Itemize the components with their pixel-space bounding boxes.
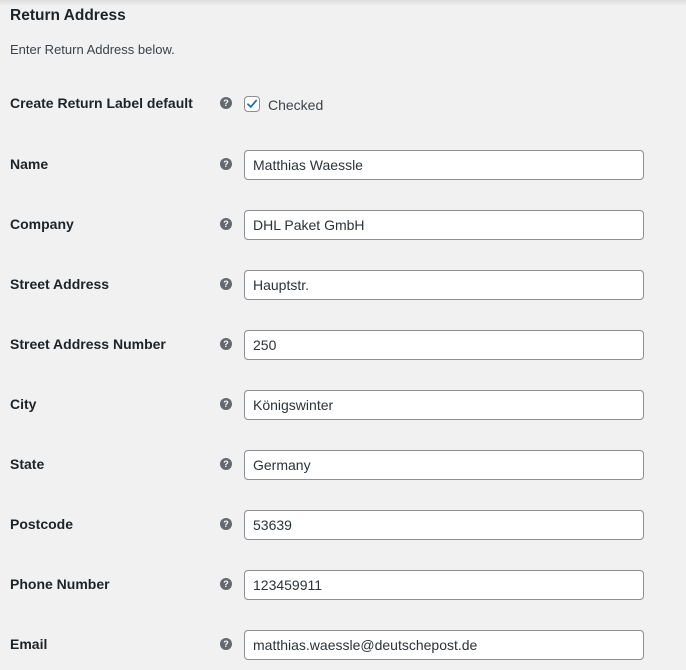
field-row-company: Company ? (0, 210, 686, 250)
help-icon[interactable]: ? (220, 278, 232, 290)
field-row-street-address: Street Address ? (0, 270, 686, 310)
checkbox-label: Checked (268, 97, 324, 113)
street-address-number-label: Street Address Number (10, 336, 166, 352)
help-icon[interactable]: ? (220, 518, 232, 530)
city-input[interactable] (244, 390, 644, 420)
company-label: Company (10, 216, 74, 232)
phone-number-label: Phone Number (10, 576, 110, 592)
field-row-city: City ? (0, 390, 686, 430)
street-address-label: Street Address (10, 276, 110, 292)
create-return-label-label: Create Return Label default (10, 95, 193, 111)
field-row-postcode: Postcode ? (0, 510, 686, 550)
help-icon[interactable]: ? (220, 458, 232, 470)
help-icon[interactable]: ? (220, 398, 232, 410)
field-row-name: Name ? (0, 150, 686, 190)
help-icon[interactable]: ? (220, 638, 232, 650)
field-row-phone-number: Phone Number ? (0, 570, 686, 610)
name-label: Name (10, 156, 49, 172)
city-label: City (10, 396, 37, 412)
street-address-input[interactable] (244, 270, 644, 300)
postcode-label: Postcode (10, 516, 74, 532)
section-title: Return Address (10, 7, 126, 24)
create-return-label-checkbox[interactable] (244, 96, 260, 112)
help-icon[interactable]: ? (220, 338, 232, 350)
state-label: State (10, 456, 45, 472)
email-label: Email (10, 636, 48, 652)
phone-number-input[interactable] (244, 570, 644, 600)
company-input[interactable] (244, 210, 644, 240)
field-row-email: Email ? (0, 630, 686, 670)
field-row-state: State ? (0, 450, 686, 490)
postcode-input[interactable] (244, 510, 644, 540)
help-icon[interactable]: ? (220, 578, 232, 590)
help-icon[interactable]: ? (220, 218, 232, 230)
top-shadow (0, 0, 686, 6)
name-input[interactable] (244, 150, 644, 180)
create-return-label-row: Create Return Label default ? Checked (0, 95, 686, 135)
street-address-number-input[interactable] (244, 330, 644, 360)
field-row-street-address-number: Street Address Number ? (0, 330, 686, 370)
help-icon[interactable]: ? (220, 158, 232, 170)
section-description: Enter Return Address below. (10, 42, 175, 57)
email-input[interactable] (244, 630, 644, 660)
help-icon[interactable]: ? (220, 97, 232, 109)
checkmark-icon (247, 99, 258, 108)
state-input[interactable] (244, 450, 644, 480)
